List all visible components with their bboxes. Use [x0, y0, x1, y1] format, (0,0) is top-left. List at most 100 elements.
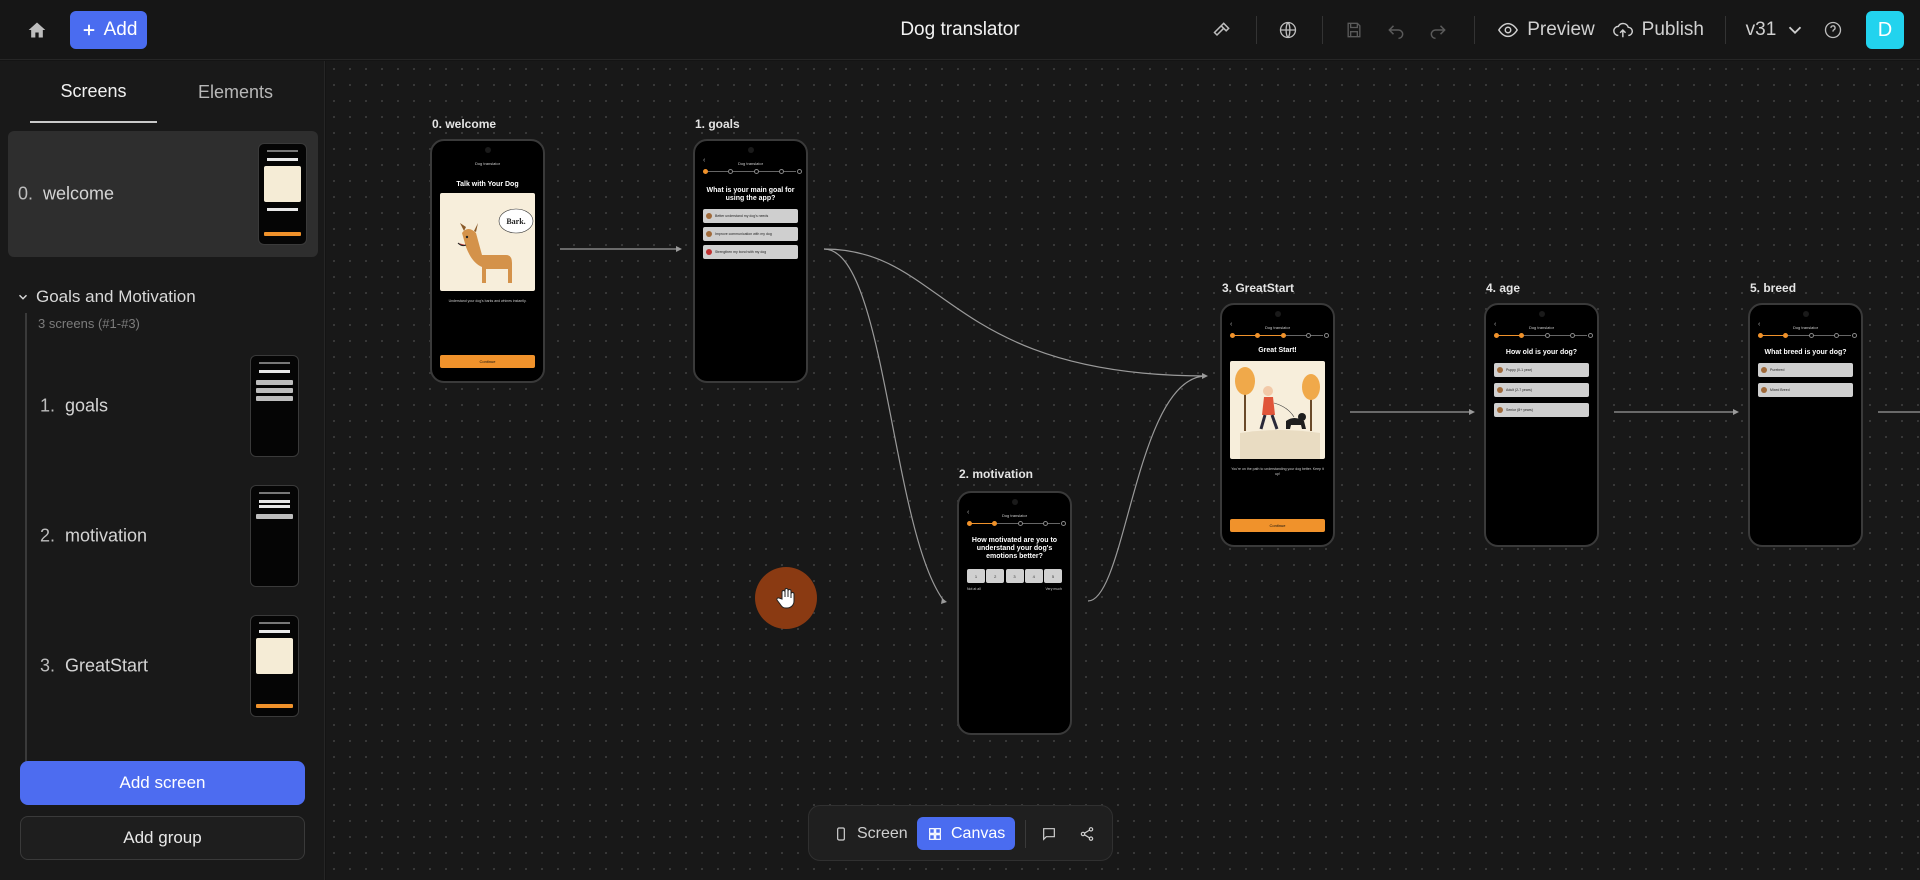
app-name: Dog translator — [1001, 513, 1028, 518]
screen-item-welcome[interactable]: 0. welcome — [8, 131, 318, 257]
top-bar: Add Dog translator Preview Publish v31 D — [0, 0, 1920, 60]
eye-icon — [1498, 22, 1519, 38]
screen-item-label: 0. welcome — [18, 183, 115, 204]
mode-screen-label: Screen — [857, 824, 908, 842]
publish-button[interactable]: Publish — [1612, 14, 1704, 46]
screen-item-goals[interactable]: 1. goals — [8, 343, 318, 469]
progress-bar — [703, 169, 802, 174]
node-label-goals: 1. goals — [695, 117, 740, 131]
version-dropdown[interactable]: v31 — [1745, 14, 1807, 46]
view-mode-toolbar: Screen Canvas — [808, 805, 1113, 861]
redo-icon — [1430, 25, 1446, 40]
connector-goals-motivation — [823, 248, 945, 602]
arrowhead — [1202, 373, 1208, 379]
user-avatar[interactable]: D — [1866, 11, 1904, 49]
option: Strengthen my bond with my dog — [703, 245, 798, 259]
flow-canvas[interactable]: 0. welcome Dog translator Talk with Your… — [326, 61, 1920, 880]
save-button[interactable] — [1336, 12, 1372, 48]
tab-screens[interactable]: Screens — [30, 61, 157, 123]
help-button[interactable] — [1815, 12, 1851, 48]
app-name: Dog translator — [1792, 325, 1819, 330]
plus-icon — [83, 24, 94, 36]
preview-label: Preview — [1527, 19, 1595, 40]
arrowhead — [941, 598, 947, 604]
mode-canvas-label: Canvas — [951, 824, 1006, 842]
share-icon — [1080, 826, 1094, 841]
tab-elements[interactable]: Elements — [172, 61, 299, 123]
option: Mixed Breed — [1758, 383, 1853, 397]
mode-canvas-button[interactable]: Canvas — [917, 817, 1016, 850]
chevron-down-icon — [18, 294, 28, 300]
scale-high-label: Very much — [1045, 587, 1062, 591]
chevron-down-icon — [1789, 26, 1802, 35]
group-header[interactable]: Goals and Motivation — [16, 287, 196, 307]
mode-screen-button[interactable]: Screen — [823, 817, 918, 850]
redo-button[interactable] — [1420, 12, 1456, 48]
arrowhead — [1733, 409, 1739, 415]
pan-cursor — [755, 567, 817, 629]
node-label-welcome: 0. welcome — [432, 117, 497, 131]
version-label: v31 — [1745, 19, 1777, 40]
node-question: How motivated are you to understand your… — [971, 537, 1058, 560]
continue-button: Continue — [1230, 519, 1325, 532]
undo-icon — [1388, 25, 1404, 40]
arrowhead — [1469, 409, 1475, 415]
preview-button[interactable]: Preview — [1496, 14, 1596, 46]
app-name: Dog translator — [737, 161, 764, 166]
progress-bar — [967, 521, 1066, 526]
screen-item-greatstart[interactable]: 3. GreatStart — [8, 603, 318, 729]
flow-connectors — [560, 246, 1920, 604]
language-button[interactable] — [1270, 12, 1306, 48]
node-caption: Understand your dog's barks and whines i… — [448, 299, 527, 303]
grid-icon — [929, 827, 941, 840]
continue-button: Continue — [440, 355, 535, 368]
option: Purebred — [1758, 363, 1853, 377]
sidebar: Screens Elements 0. welcome Goals and Mot… — [0, 61, 325, 880]
comments-button[interactable] — [1033, 817, 1065, 850]
home-button[interactable] — [19, 12, 55, 48]
group-subtitle: 3 screens (#1-#3) — [38, 316, 140, 331]
screen-thumbnail — [250, 485, 299, 587]
share-button[interactable] — [1071, 817, 1103, 850]
globe-icon — [1279, 21, 1297, 39]
screen-item-label: 2. motivation — [40, 525, 148, 546]
toolbar-divider — [1256, 16, 1257, 44]
node-age[interactable]: ‹ Dog translator How old is your dog? Pu… — [1484, 303, 1599, 547]
node-heading: Great Start! — [1258, 347, 1297, 354]
node-greatstart[interactable]: ‹ Dog translator Great Start! You're on … — [1220, 303, 1335, 547]
node-label-breed: 5. breed — [1750, 281, 1797, 295]
option: Puppy (0-1 year) — [1494, 363, 1589, 377]
screen-item-motivation[interactable]: 2. motivation — [8, 473, 318, 599]
screen-item-label: 3. GreatStart — [40, 655, 149, 676]
arrowhead — [676, 246, 682, 252]
option: Senior (8+ years) — [1494, 403, 1589, 417]
node-goals[interactable]: ‹ Dog translator What is your main goal … — [693, 139, 808, 383]
build-button[interactable] — [1204, 12, 1240, 48]
group-title: Goals and Motivation — [36, 287, 196, 306]
add-button-label: Add — [103, 19, 138, 40]
node-label-age: 4. age — [1486, 281, 1521, 295]
screen-item-label: 1. goals — [40, 395, 109, 416]
node-question: What breed is your dog? — [1764, 349, 1847, 356]
add-screen-button[interactable]: Add screen — [20, 761, 305, 805]
option: Improve communication with my dog — [703, 227, 798, 241]
undo-button[interactable] — [1378, 12, 1414, 48]
connector-goals-greatstart — [823, 248, 1207, 377]
node-welcome[interactable]: Dog translator Talk with Your Dog Bark. … — [430, 139, 545, 383]
add-group-button[interactable]: Add group — [20, 816, 305, 860]
node-motivation[interactable]: ‹ Dog translator How motivated are you t… — [957, 491, 1072, 735]
add-button[interactable]: Add — [70, 11, 147, 49]
toolbar-divider — [1025, 820, 1026, 848]
dog-illustration: Bark. — [440, 193, 535, 291]
help-icon — [1824, 21, 1842, 39]
comment-icon — [1043, 827, 1055, 841]
toolbar-divider — [1725, 16, 1726, 44]
project-title[interactable]: Dog translator — [860, 16, 1060, 44]
progress-bar — [1230, 333, 1329, 338]
app-name: Dog translator — [474, 161, 501, 166]
node-breed[interactable]: ‹ Dog translator What breed is your dog?… — [1748, 303, 1863, 547]
cloud-upload-icon — [1613, 22, 1634, 38]
node-question: How old is your dog? — [1505, 349, 1578, 356]
progress-bar — [1494, 333, 1593, 338]
home-icon — [28, 22, 46, 38]
